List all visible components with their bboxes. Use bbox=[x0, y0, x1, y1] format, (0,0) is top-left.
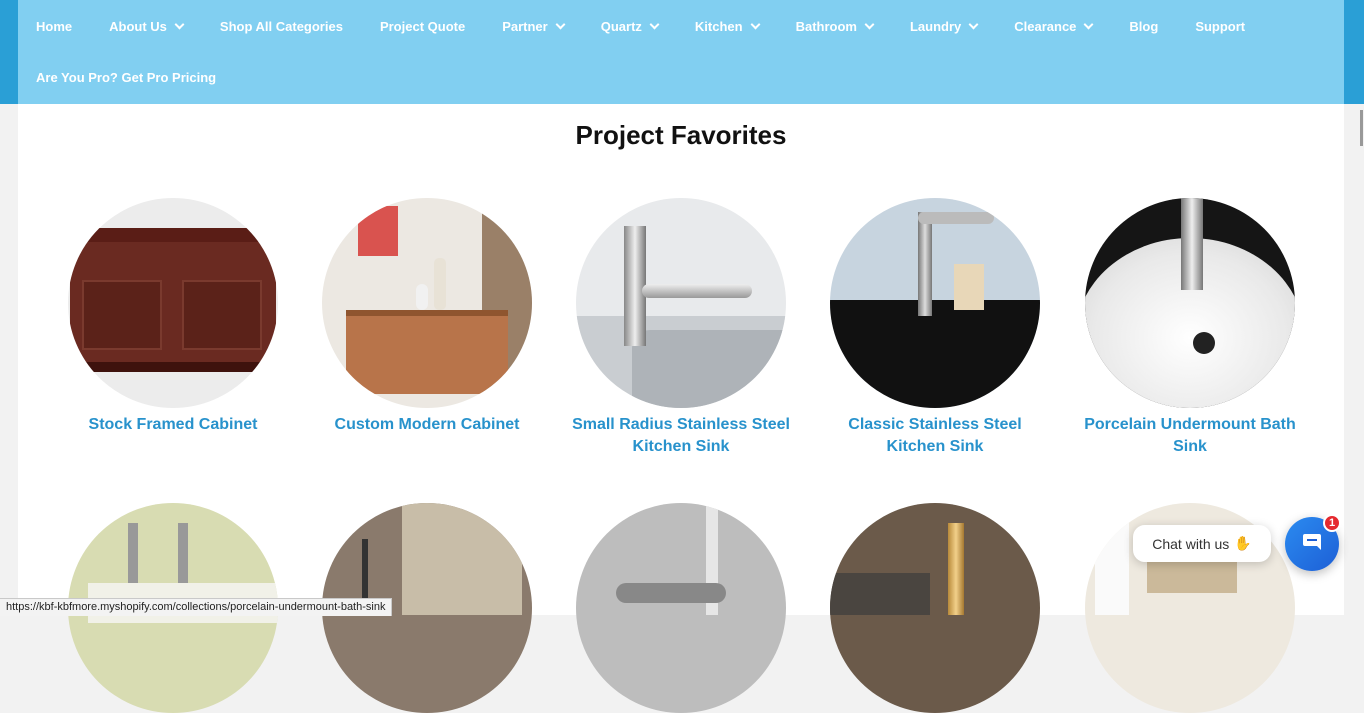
nav-item-laundry[interactable]: Laundry bbox=[909, 18, 979, 34]
nav-label: Support bbox=[1195, 18, 1246, 34]
sideboard-body bbox=[346, 310, 508, 394]
product-title-link[interactable]: Stock Framed Cabinet bbox=[58, 414, 288, 436]
product-card-custom-modern-cabinet: Custom Modern Cabinet bbox=[312, 198, 542, 436]
product-card-row2-3 bbox=[566, 503, 796, 713]
white-door bbox=[1095, 523, 1129, 615]
faucet bbox=[178, 523, 188, 583]
product-image-wood-sideboard[interactable] bbox=[322, 198, 532, 408]
section-title: Project Favorites bbox=[575, 120, 787, 150]
cabinet-door-right bbox=[182, 280, 262, 350]
nav-item-bathroom[interactable]: Bathroom bbox=[795, 18, 875, 34]
sink-basin bbox=[632, 330, 786, 408]
product-title-link[interactable]: Classic Stainless Steel Kitchen Sink bbox=[820, 414, 1050, 458]
nav-item-blog[interactable]: Blog bbox=[1129, 19, 1158, 34]
nav-item-partner[interactable]: Partner bbox=[502, 18, 566, 34]
wall-art bbox=[358, 206, 398, 256]
tall-vase bbox=[434, 258, 446, 310]
vase bbox=[416, 284, 428, 310]
nav-label: Home bbox=[36, 18, 73, 34]
chevron-down-icon bbox=[750, 19, 761, 30]
product-card-stock-framed-cabinet: Stock Framed Cabinet bbox=[58, 198, 288, 436]
chat-notification-badge: 1 bbox=[1323, 514, 1341, 532]
product-image-brown-wood-cabinet[interactable] bbox=[68, 198, 278, 408]
nav-label: Laundry bbox=[909, 18, 962, 34]
product-card-row2-4 bbox=[820, 503, 1050, 713]
kitchen-appliances bbox=[830, 573, 930, 615]
product-title-link[interactable]: Porcelain Undermount Bath Sink bbox=[1075, 414, 1305, 458]
gold-faucet bbox=[948, 523, 964, 615]
window bbox=[402, 503, 522, 615]
faucet-arch bbox=[918, 212, 994, 224]
chevron-down-icon bbox=[864, 19, 875, 30]
product-title-link[interactable]: Small Radius Stainless Steel Kitchen Sin… bbox=[566, 414, 796, 458]
faucet-spout bbox=[1181, 198, 1203, 290]
nav-item-quartz[interactable]: Quartz bbox=[600, 18, 660, 34]
right-edge-strip bbox=[1344, 0, 1364, 104]
cabinet-door-left bbox=[82, 280, 162, 350]
nav-item-project-quote[interactable]: Project Quote bbox=[380, 19, 465, 34]
nav-item-support[interactable]: Support bbox=[1195, 19, 1245, 34]
nav-item-home[interactable]: Home bbox=[36, 19, 72, 34]
product-card-small-radius-sink: Small Radius Stainless Steel Kitchen Sin… bbox=[566, 198, 796, 458]
product-image-steel-handle[interactable] bbox=[576, 503, 786, 713]
product-image-gold-faucet-kitchen[interactable] bbox=[830, 503, 1040, 713]
nav-label: Are You Pro? Get Pro Pricing bbox=[36, 69, 217, 85]
faucet-spout bbox=[642, 284, 752, 298]
nav-item-about-us[interactable]: About Us bbox=[109, 18, 185, 34]
nav-item-shop-all-categories[interactable]: Shop All Categories bbox=[220, 19, 343, 34]
handle-lever bbox=[616, 583, 726, 603]
chevron-down-icon bbox=[555, 19, 566, 30]
product-image-white-porcelain-sink[interactable] bbox=[1085, 198, 1295, 408]
chevron-down-icon bbox=[1083, 19, 1094, 30]
chat-bubble-text: Chat with us bbox=[1152, 535, 1230, 552]
cabinet-base bbox=[68, 362, 278, 372]
nav-label: Blog bbox=[1129, 18, 1159, 34]
nav-item-clearance[interactable]: Clearance bbox=[1014, 18, 1094, 34]
nav-label: About Us bbox=[109, 18, 167, 34]
nav-row-secondary: Are You Pro? Get Pro Pricing bbox=[18, 52, 235, 102]
drain bbox=[1193, 332, 1215, 354]
scrollbar-thumb[interactable] bbox=[1360, 110, 1363, 146]
nav-label: Shop All Categories bbox=[219, 18, 343, 34]
left-edge-strip bbox=[0, 0, 18, 104]
chat-bubble[interactable]: Chat with us ✋ bbox=[1133, 525, 1271, 562]
nav-row-primary: Home About Us Shop All Categories Projec… bbox=[18, 1, 1264, 51]
sideboard-top bbox=[346, 310, 508, 316]
nav-item-pro-pricing[interactable]: Are You Pro? Get Pro Pricing bbox=[36, 70, 216, 85]
nav-label: Kitchen bbox=[694, 18, 743, 34]
page-scrollbar[interactable] bbox=[1360, 104, 1364, 615]
product-title-link[interactable]: Custom Modern Cabinet bbox=[312, 414, 542, 436]
faucet bbox=[128, 523, 138, 583]
black-sink-surface bbox=[830, 300, 1040, 408]
product-image-chrome-faucet-steel-sink[interactable] bbox=[576, 198, 786, 408]
product-card-classic-stainless-sink: Classic Stainless Steel Kitchen Sink bbox=[820, 198, 1050, 458]
product-card-porcelain-undermount-sink: Porcelain Undermount Bath Sink bbox=[1075, 198, 1305, 458]
product-image-black-sink-faucet[interactable] bbox=[830, 198, 1040, 408]
status-bar-url: https://kbf-kbfmore.myshopify.com/collec… bbox=[0, 598, 393, 616]
faucet-column bbox=[918, 212, 932, 316]
cabinet-top bbox=[68, 228, 278, 242]
chevron-down-icon bbox=[968, 19, 979, 30]
chevron-down-icon bbox=[649, 19, 660, 30]
nav-label: Clearance bbox=[1014, 18, 1077, 34]
main-navigation: Home About Us Shop All Categories Projec… bbox=[18, 0, 1344, 104]
waving-hand-icon: ✋ bbox=[1234, 535, 1252, 551]
chevron-down-icon bbox=[174, 19, 185, 30]
nav-label: Quartz bbox=[600, 18, 642, 34]
nav-item-kitchen[interactable]: Kitchen bbox=[694, 18, 761, 34]
nav-label: Partner bbox=[502, 18, 548, 34]
chat-message-icon bbox=[1303, 534, 1321, 550]
nav-label: Bathroom bbox=[795, 18, 857, 34]
soap-dispenser bbox=[954, 264, 984, 310]
nav-label: Project Quote bbox=[379, 18, 466, 34]
